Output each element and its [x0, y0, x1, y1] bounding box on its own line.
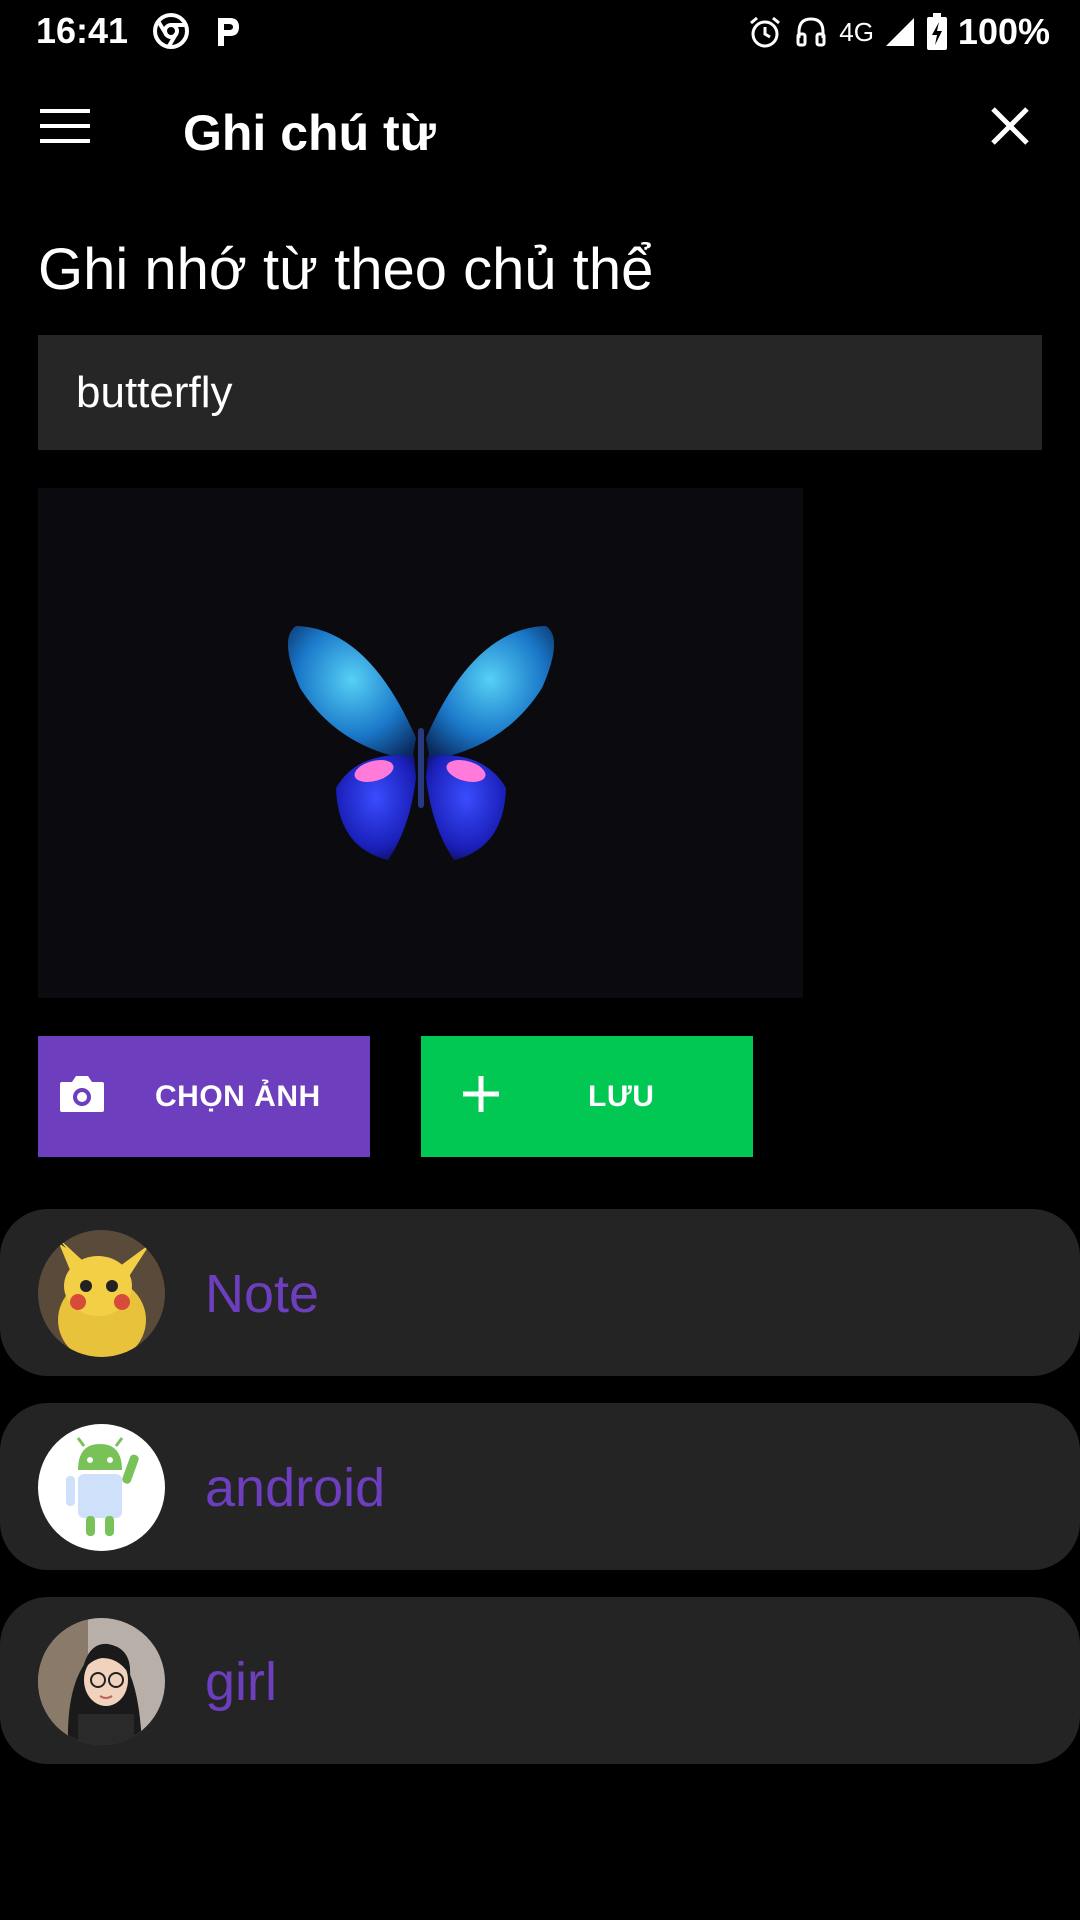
- headset-icon: [793, 14, 829, 50]
- status-bar: 16:41 4G 100%: [0, 0, 1080, 64]
- app-bar: Ghi chú từ: [0, 64, 1080, 204]
- avatar: [38, 1424, 165, 1551]
- parking-icon: [208, 12, 246, 50]
- camera-icon: [56, 1068, 108, 1128]
- hamburger-menu-icon[interactable]: [40, 109, 102, 157]
- close-icon[interactable]: [990, 106, 1046, 162]
- save-button[interactable]: LƯU: [421, 1036, 753, 1157]
- chrome-icon: [152, 12, 190, 50]
- pikachu-avatar-icon: [38, 1230, 165, 1357]
- list-item[interactable]: girl: [0, 1597, 1080, 1764]
- image-preview: [38, 488, 803, 998]
- list-item-label: Note: [205, 1264, 320, 1324]
- network-type: 4G: [839, 16, 874, 47]
- list-item[interactable]: android: [0, 1403, 1080, 1570]
- page-title: Ghi chú từ: [183, 105, 436, 161]
- save-label: LƯU: [588, 1080, 655, 1113]
- android-avatar-icon: [38, 1424, 165, 1551]
- section-heading: Ghi nhớ từ theo chủ thể: [38, 237, 654, 302]
- status-right: 4G 100%: [747, 10, 1050, 54]
- list-item-label: android: [205, 1458, 386, 1518]
- list-item-label: girl: [205, 1652, 278, 1712]
- choose-image-label: CHỌN ẢNH: [155, 1080, 321, 1113]
- signal-icon: [884, 16, 916, 48]
- plus-icon: [459, 1068, 503, 1128]
- battery-percent: 100%: [957, 11, 1050, 52]
- alarm-icon: [747, 14, 783, 50]
- status-time: 16:41: [36, 10, 129, 51]
- avatar: [38, 1618, 165, 1745]
- avatar: [38, 1230, 165, 1357]
- list-item[interactable]: Note: [0, 1209, 1080, 1376]
- butterfly-image: [38, 488, 803, 998]
- girl-avatar-icon: [38, 1618, 165, 1745]
- word-input[interactable]: [38, 335, 1042, 450]
- choose-image-button[interactable]: CHỌN ẢNH: [38, 1036, 370, 1157]
- battery-charging-icon: [926, 13, 948, 51]
